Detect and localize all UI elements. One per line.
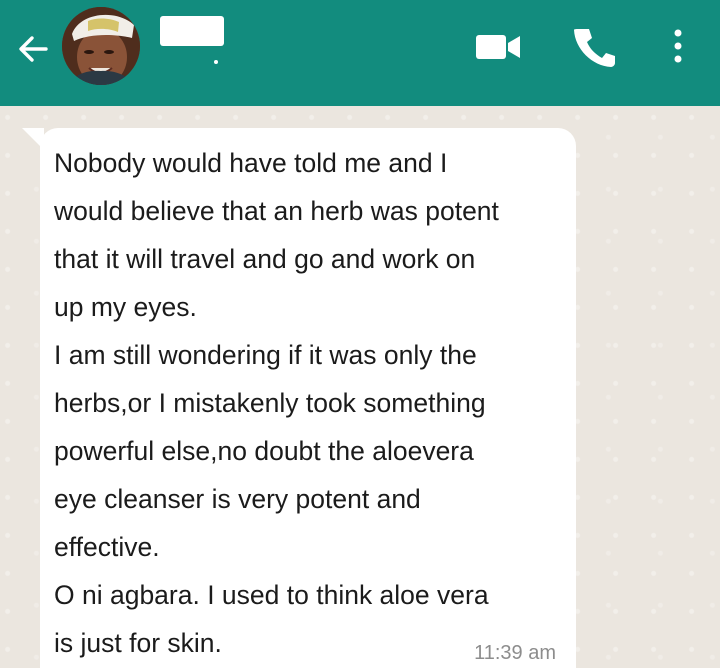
video-call-icon[interactable]: [474, 31, 522, 63]
avatar-image: [62, 7, 140, 85]
more-vertical-icon[interactable]: [666, 24, 690, 68]
contact-status: [146, 98, 254, 110]
contact-name-mark: [214, 60, 218, 64]
message-timestamp: 11:39 am: [474, 642, 556, 664]
phone-icon[interactable]: [572, 24, 616, 68]
chat-header: [0, 0, 720, 106]
back-arrow-icon[interactable]: [14, 30, 52, 68]
contact-name[interactable]: [160, 16, 224, 46]
message-text: Nobody would have told me and I would be…: [54, 148, 499, 658]
avatar[interactable]: [62, 7, 140, 85]
